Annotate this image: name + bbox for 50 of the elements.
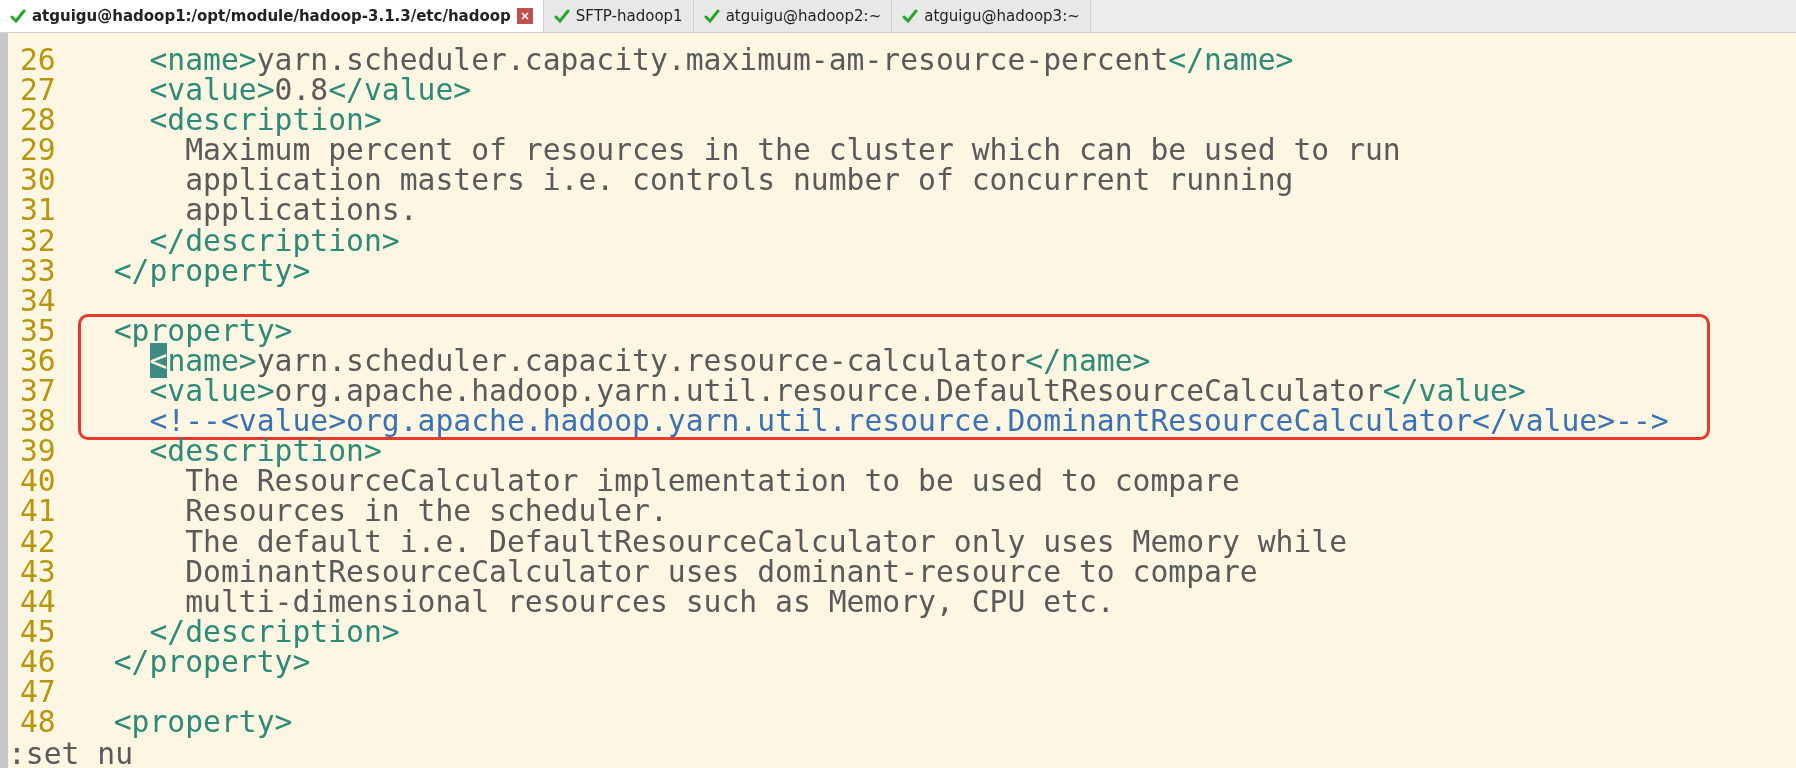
- code-line: multi-dimensional resources such as Memory, CPU etc.: [184, 586, 1115, 617]
- terminal-tab[interactable]: atguigu@hadoop2:~: [693, 0, 893, 32]
- line-number: 36: [19, 345, 57, 377]
- code-line: <property>: [112, 315, 293, 346]
- code-line: The ResourceCalculator implementation to be used to compare: [185, 466, 1240, 497]
- code-line: applications.: [184, 195, 418, 226]
- code-line: </description>: [148, 225, 400, 256]
- line-number: 33: [19, 255, 57, 286]
- line-number: 47: [19, 676, 57, 708]
- code-line: <description>: [148, 105, 382, 136]
- code-line: The default i.e. DefaultResourceCalculator only uses Memory while: [184, 526, 1347, 557]
- line-number: 31: [19, 195, 57, 226]
- close-icon[interactable]: [516, 8, 533, 24]
- line-number: 40: [19, 466, 57, 497]
- code-line: <!--<value>org.apache.hadoop.yarn.util.resource.DominantResourceCalculator</value>-->: [148, 406, 1669, 437]
- line-number: 34: [19, 285, 57, 316]
- code-line: Resources in the scheduler.: [184, 496, 668, 527]
- code-line: <name>yarn.scheduler.capacity.maximum-am-resource-percent</name>: [148, 45, 1294, 76]
- line-number: 46: [19, 646, 57, 677]
- code-line: <value>0.8</value>: [148, 75, 472, 106]
- check-icon: [902, 8, 919, 24]
- line-number: 44: [19, 586, 57, 617]
- line-number: 37: [19, 376, 57, 407]
- check-icon: [553, 8, 570, 24]
- line-number: 32: [19, 225, 57, 256]
- line-number: 26: [19, 45, 57, 76]
- code-line: application masters i.e. controls number of concurrent running: [184, 165, 1294, 196]
- terminal-tab[interactable]: atguigu@hadoop1:/opt/module/hadoop-3.1.3/etc/hadoop: [0, 0, 544, 32]
- code-line: <description>: [148, 436, 382, 467]
- line-number: 30: [19, 165, 57, 196]
- line-number: 35: [19, 315, 57, 346]
- code-line: </description>: [148, 616, 400, 647]
- code-line: <property>: [112, 707, 293, 738]
- line-number: 41: [19, 496, 57, 527]
- terminal-tab[interactable]: SFTP-hadoop1: [543, 0, 694, 32]
- line-number: 29: [19, 135, 57, 166]
- code-line: <value>org.apache.hadoop.yarn.util.resource.DefaultResourceCalculator</value>: [148, 376, 1526, 407]
- line-number: 39: [19, 436, 57, 467]
- code-line: Maximum percent of resources in the cluster which can be used to run: [185, 135, 1401, 166]
- command-line: :set nu: [8, 737, 134, 768]
- line-number: 45: [19, 616, 57, 647]
- line-number: 48: [19, 707, 57, 738]
- line-number: 43: [19, 556, 57, 587]
- line-number: 42: [19, 526, 57, 557]
- check-icon: [10, 8, 26, 24]
- line-number: 38: [19, 406, 57, 437]
- terminal-tab[interactable]: atguigu@hadoop3:~: [892, 0, 1091, 32]
- check-icon: [703, 8, 720, 24]
- line-number: 28: [19, 105, 57, 136]
- line-number: 27: [19, 75, 57, 106]
